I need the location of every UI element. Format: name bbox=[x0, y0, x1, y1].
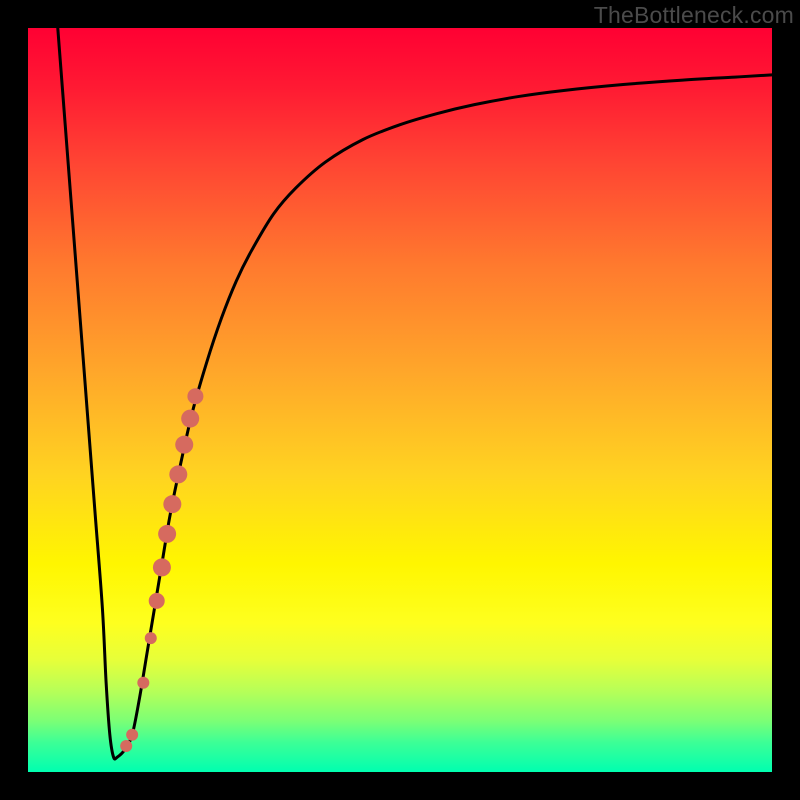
highlight-marker bbox=[187, 388, 203, 404]
chart-frame: TheBottleneck.com bbox=[0, 0, 800, 800]
curve-layer bbox=[28, 28, 772, 772]
highlight-marker bbox=[175, 436, 193, 454]
highlight-marker bbox=[145, 632, 157, 644]
highlight-marker bbox=[149, 593, 165, 609]
highlight-marker bbox=[158, 525, 176, 543]
attribution-text: TheBottleneck.com bbox=[594, 2, 794, 29]
highlight-marker bbox=[163, 495, 181, 513]
highlight-marker bbox=[153, 558, 171, 576]
highlight-marker bbox=[169, 465, 187, 483]
highlight-marker bbox=[137, 677, 149, 689]
highlight-marker bbox=[120, 740, 132, 752]
highlight-marker bbox=[181, 410, 199, 428]
highlight-marker bbox=[126, 729, 138, 741]
bottleneck-curve bbox=[58, 28, 772, 759]
plot-area bbox=[28, 28, 772, 772]
